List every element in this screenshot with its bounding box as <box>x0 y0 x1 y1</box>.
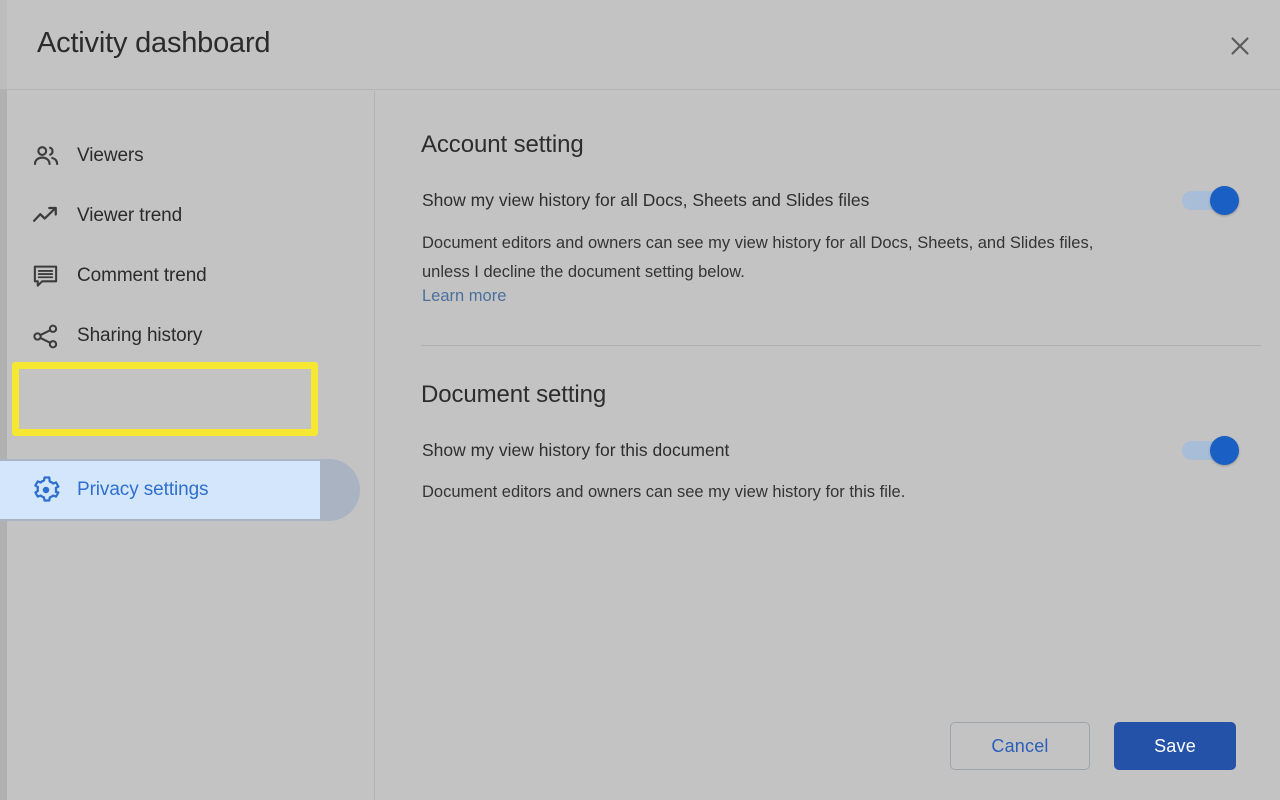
sidebar-item-label: Privacy settings <box>77 479 209 500</box>
sidebar-item-sharing-history[interactable]: Sharing history <box>0 309 340 363</box>
close-button[interactable] <box>1222 28 1258 64</box>
gear-icon <box>31 475 77 505</box>
section-divider <box>421 345 1261 346</box>
document-description: Document editors and owners can see my v… <box>422 483 906 501</box>
save-button[interactable]: Save <box>1114 722 1236 770</box>
sidebar-item-viewer-trend[interactable]: Viewer trend <box>0 189 340 243</box>
activity-dashboard-dialog: Activity dashboard Viewers Viewer trend … <box>0 0 1280 800</box>
account-toggle-label: Show my view history for all Docs, Sheet… <box>422 190 870 210</box>
sidebar-item-privacy-settings[interactable]: Privacy settings <box>0 461 320 519</box>
page-title: Activity dashboard <box>37 27 271 59</box>
sidebar-item-label: Viewers <box>77 145 144 166</box>
main-content: Account setting Show my view history for… <box>376 91 1280 800</box>
toggle-knob <box>1210 186 1239 215</box>
sidebar: Viewers Viewer trend Comment trend Shari… <box>0 91 375 800</box>
cancel-button[interactable]: Cancel <box>950 722 1090 770</box>
trending-up-icon <box>31 201 77 231</box>
share-icon <box>31 322 77 351</box>
account-section-title: Account setting <box>421 131 584 158</box>
close-icon <box>1229 35 1251 57</box>
sidebar-item-label: Comment trend <box>77 265 207 286</box>
document-section-title: Document setting <box>421 381 607 408</box>
document-toggle-label: Show my view history for this document <box>422 440 730 460</box>
people-icon <box>31 141 77 171</box>
sidebar-item-viewers[interactable]: Viewers <box>0 129 340 183</box>
dialog-header: Activity dashboard <box>0 0 1280 90</box>
sidebar-item-label: Sharing history <box>77 325 203 346</box>
learn-more-link[interactable]: Learn more <box>422 287 506 306</box>
document-history-toggle[interactable] <box>1182 436 1244 465</box>
comment-icon <box>31 262 77 291</box>
sidebar-item-comment-trend[interactable]: Comment trend <box>0 249 340 303</box>
sidebar-item-label: Viewer trend <box>77 205 183 226</box>
toggle-knob <box>1210 436 1239 465</box>
account-description: Document editors and owners can see my v… <box>422 234 1094 281</box>
account-history-toggle[interactable] <box>1182 186 1244 215</box>
